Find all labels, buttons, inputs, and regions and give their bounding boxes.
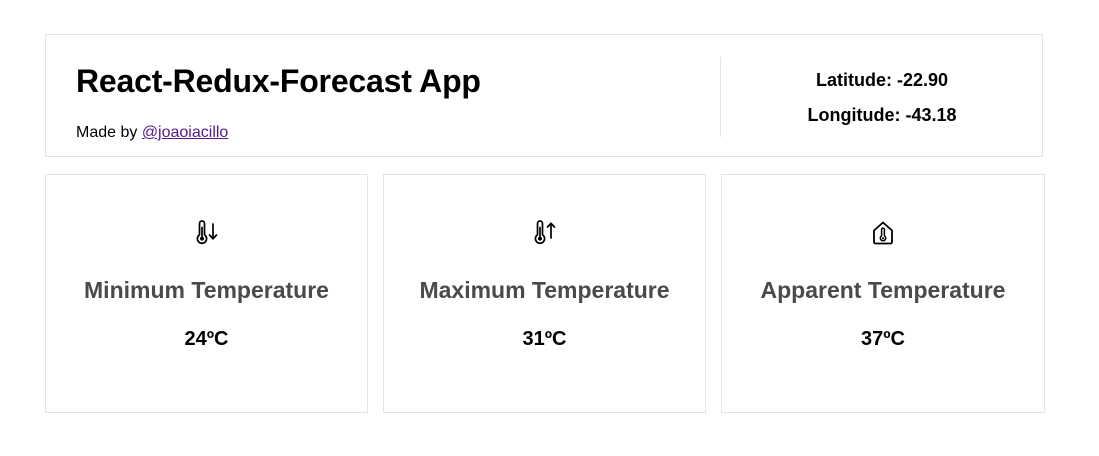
made-by-label: Made by: [76, 124, 142, 141]
coordinates-panel: Latitude: -22.90 Longitude: -43.18: [721, 35, 1043, 156]
card-title: Maximum Temperature: [419, 277, 670, 303]
thermometer-up-icon: [384, 219, 705, 247]
maximum-temperature-card: Maximum Temperature 31ºC: [383, 174, 706, 413]
latitude-text: Latitude: -22.90: [815, 70, 949, 90]
temperature-value: 37ºC: [861, 328, 905, 350]
app-header: React-Redux-Forecast App Made by @joaoia…: [45, 34, 1043, 157]
app-title: React-Redux-Forecast App: [76, 63, 481, 99]
thermometer-down-icon: [46, 219, 367, 247]
made-by-credit: Made by @joaoiacillo: [76, 123, 228, 143]
minimum-temperature-card: Minimum Temperature 24ºC: [45, 174, 368, 413]
card-title: Minimum Temperature: [84, 277, 329, 303]
apparent-temperature-card: Apparent Temperature 37ºC: [721, 174, 1045, 413]
temperature-value: 31ºC: [522, 328, 567, 350]
temperature-value: 24ºC: [184, 328, 229, 350]
house-thermometer-icon: [722, 219, 1044, 247]
author-link[interactable]: @joaoiacillo: [142, 124, 229, 141]
card-title: Apparent Temperature: [760, 277, 1006, 303]
longitude-text: Longitude: -43.18: [807, 105, 957, 125]
